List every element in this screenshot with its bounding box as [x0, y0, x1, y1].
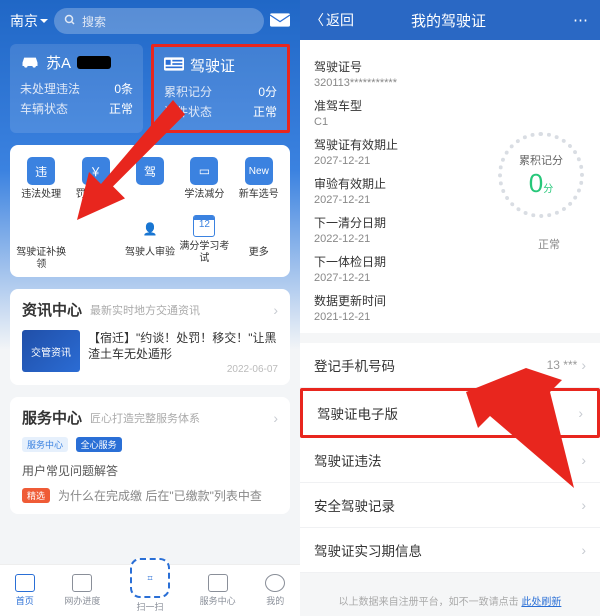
page-title: 我的驾驶证 — [324, 10, 573, 31]
chevron-right-icon: › — [578, 405, 583, 421]
news-headline[interactable]: 【宿迁】"约谈！处罚！移交！"让黑渣土车无处遁形 — [88, 330, 278, 362]
person-icon: 👤 — [136, 215, 164, 243]
tab-scan[interactable]: ⌗扫一扫 — [130, 568, 170, 613]
plate-prefix: 苏A — [46, 52, 71, 73]
tab-mine[interactable]: 我的 — [265, 574, 285, 607]
home-icon — [15, 574, 35, 592]
license-detail-screen: 〈 返回 我的驾驶证 ⋯ 驾驶证号320113*********** 准驾车型C… — [300, 0, 600, 616]
grid-item-reissue[interactable]: ▭驾驶证补换领 — [14, 215, 68, 271]
city-selector[interactable]: 南京 — [10, 11, 48, 31]
license-card-title: 驾驶证 — [190, 55, 235, 76]
tab-service[interactable]: 服务中心 — [200, 574, 236, 607]
more-icon: ⋯ — [245, 215, 273, 243]
grid-item-drive[interactable]: 驾 — [123, 157, 177, 201]
license-info: 驾驶证号320113*********** 准驾车型C1 驾驶证有效期止2027… — [300, 40, 600, 333]
id-card-icon: ▭ — [27, 215, 55, 243]
list-item-elicense[interactable]: 驾驶证电子版 › — [300, 388, 600, 438]
list-item-intern[interactable]: 驾驶证实习期信息 › — [300, 528, 600, 573]
footer-note: 以上数据来自注册平台，如不一致请点击 此处刷新 — [300, 593, 600, 608]
grid-item-express[interactable]: ▣ — [68, 215, 122, 271]
license-card[interactable]: 驾驶证 累积记分0分 证件状态正常 — [151, 44, 290, 133]
license-icon — [164, 57, 184, 75]
car-icon — [20, 54, 40, 72]
chevron-left-icon: 〈 — [310, 10, 324, 30]
gauge-status: 正常 — [538, 236, 560, 252]
chevron-right-icon: › — [273, 410, 278, 426]
mail-icon[interactable] — [270, 13, 290, 30]
tab-home[interactable]: 首页 — [15, 574, 35, 607]
actions-list: 登记手机号码 13 ***› 驾驶证电子版 › 驾驶证违法 › 安全驾驶记录 ›… — [300, 343, 600, 573]
tab-progress[interactable]: 网办进度 — [64, 574, 100, 607]
plate-mask — [77, 56, 111, 69]
user-icon — [265, 574, 285, 592]
service-section[interactable]: 服务中心 匠心打造完整服务体系 › 服务中心 全心服务 用户常见问题解答 精选 … — [10, 397, 290, 514]
grid-item-fine[interactable]: ￥罚款缴纳 — [68, 157, 122, 201]
points-gauge: 累积记分 0分 — [498, 132, 584, 218]
faq-link[interactable]: 用户常见问题解答 — [22, 462, 278, 479]
search-placeholder: 搜索 — [82, 13, 106, 30]
list-icon — [72, 574, 92, 592]
service-grid: 违违法处理 ￥罚款缴纳 驾 ▭学法减分 New新车选号 ▭驾驶证补换领 ▣ 👤驾… — [10, 145, 290, 277]
list-item-safety[interactable]: 安全驾驶记录 › — [300, 483, 600, 528]
truck-icon: ▣ — [82, 215, 110, 243]
home-screen: 南京 搜索 苏A 未处理违法0条 车辆状态正常 — [0, 0, 300, 616]
chevron-right-icon: › — [581, 357, 586, 373]
grid-item-more[interactable]: ⋯更多 — [232, 215, 286, 271]
chevron-right-icon: › — [581, 497, 586, 513]
search-icon — [64, 14, 76, 29]
search-input[interactable]: 搜索 — [54, 8, 264, 34]
calendar-icon: 12 — [193, 215, 215, 237]
grid-item-fullmark[interactable]: 12满分学习考试 — [177, 215, 231, 271]
grid-icon — [208, 574, 228, 592]
grid-item-violation[interactable]: 违违法处理 — [14, 157, 68, 201]
scan-icon: ⌗ — [130, 558, 170, 598]
list-item-phone[interactable]: 登记手机号码 13 ***› — [300, 343, 600, 388]
vehicle-card[interactable]: 苏A 未处理违法0条 车辆状态正常 — [10, 44, 143, 133]
news-title: 资讯中心 — [22, 299, 82, 320]
chevron-right-icon: › — [581, 452, 586, 468]
grid-item-study[interactable]: ▭学法减分 — [177, 157, 231, 201]
chevron-right-icon: › — [581, 542, 586, 558]
chevron-right-icon: › — [273, 302, 278, 318]
service-title: 服务中心 — [22, 407, 82, 428]
grid-item-newcar[interactable]: New新车选号 — [232, 157, 286, 201]
list-item-violation[interactable]: 驾驶证违法 › — [300, 438, 600, 483]
grid-item-audit[interactable]: 👤驾驶人审验 — [123, 215, 177, 271]
news-thumbnail: 交管资讯 — [22, 330, 80, 372]
more-icon[interactable]: ⋯ — [573, 11, 590, 29]
refresh-link[interactable]: 此处刷新 — [521, 597, 561, 608]
news-section[interactable]: 资讯中心 最新实时地方交通资讯 › 交管资讯 【宿迁】"约谈！处罚！移交！"让黑… — [10, 289, 290, 385]
tab-bar: 首页 网办进度 ⌗扫一扫 服务中心 我的 — [0, 564, 300, 616]
